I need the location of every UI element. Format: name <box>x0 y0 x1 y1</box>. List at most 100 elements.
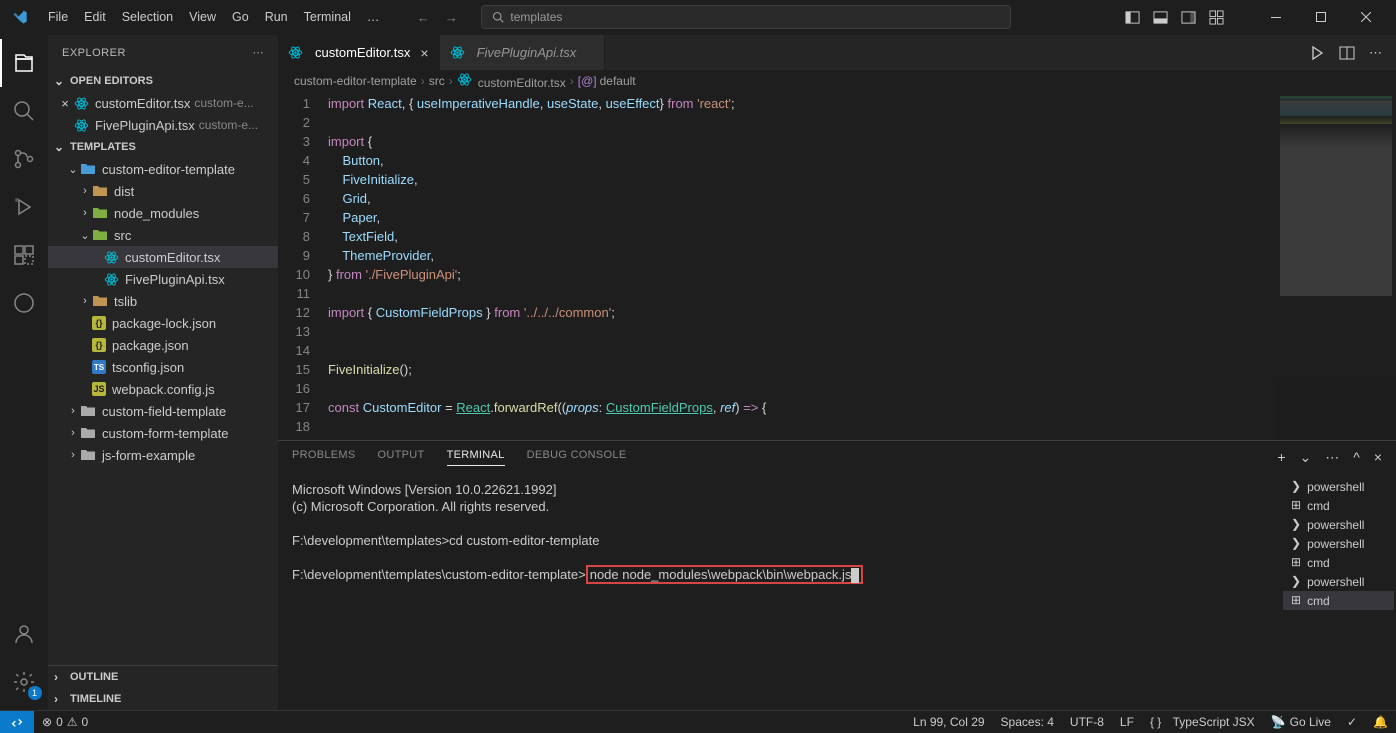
remote-indicator[interactable] <box>0 711 34 733</box>
sidebar: EXPLORER ⋯ ⌄ OPEN EDITORS ×customEditor.… <box>48 35 278 710</box>
explorer-more-icon[interactable]: ⋯ <box>253 46 265 59</box>
activity-extensions[interactable] <box>0 231 48 279</box>
breadcrumb-item[interactable]: [@]default <box>578 74 636 88</box>
menu-…[interactable]: … <box>359 6 388 28</box>
tree-item[interactable]: {}package.json <box>48 334 278 356</box>
outline-header[interactable]: ›OUTLINE <box>48 666 278 688</box>
layout-toggle-3[interactable] <box>1177 6 1199 28</box>
editor-tab[interactable]: FivePluginApi.tsx× <box>440 35 606 70</box>
title-bar: FileEditSelectionViewGoRunTerminal… ← → … <box>0 0 1396 35</box>
menu-run[interactable]: Run <box>257 6 296 28</box>
terminal-list-item[interactable]: ❯powershell <box>1283 477 1394 496</box>
chevron-right-icon: › <box>54 670 68 684</box>
window-close[interactable] <box>1343 0 1388 35</box>
code-content[interactable]: import React, { useImperativeHandle, use… <box>328 92 1276 440</box>
tree-item[interactable]: customEditor.tsx <box>48 246 278 268</box>
error-icon: ⊗ <box>42 715 52 729</box>
panel-tab-output[interactable]: OUTPUT <box>378 449 425 465</box>
close-tab-icon[interactable]: × <box>420 45 428 61</box>
broadcast-icon: 📡 <box>1271 715 1286 729</box>
nav-forward[interactable]: → <box>439 5 463 29</box>
terminal-list-item[interactable]: ❯powershell <box>1283 515 1394 534</box>
activity-remote-explorer[interactable] <box>0 279 48 327</box>
menu-go[interactable]: Go <box>224 6 257 28</box>
status-notifications-icon[interactable]: 🔔 <box>1365 715 1396 729</box>
minimap[interactable] <box>1276 92 1396 440</box>
terminal-list-item[interactable]: ❯powershell <box>1283 572 1394 591</box>
panel-maximize-icon[interactable]: ^ <box>1353 449 1360 466</box>
menu-file[interactable]: File <box>40 6 76 28</box>
terminal-list-item[interactable]: ⊞cmd <box>1283 553 1394 572</box>
chevron-down-icon: ⌄ <box>54 74 68 88</box>
window-maximize[interactable] <box>1298 0 1343 35</box>
panel-tab-debug console[interactable]: DEBUG CONSOLE <box>527 449 627 465</box>
status-cursor-position[interactable]: Ln 99, Col 29 <box>905 715 992 729</box>
workspace-header[interactable]: ⌄ TEMPLATES <box>48 136 278 158</box>
layout-toggle-1[interactable] <box>1121 6 1143 28</box>
terminal-list-item[interactable]: ⊞cmd <box>1283 591 1394 610</box>
breadcrumb-item[interactable]: customEditor.tsx <box>457 72 566 90</box>
panel-tab-terminal[interactable]: TERMINAL <box>447 449 505 466</box>
nav-back[interactable]: ← <box>411 5 435 29</box>
tree-item[interactable]: ›js-form-example <box>48 444 278 466</box>
tree-item[interactable]: FivePluginApi.tsx <box>48 268 278 290</box>
layout-toggle-2[interactable] <box>1149 6 1171 28</box>
activity-bar: 1 <box>0 35 48 710</box>
tree-item[interactable]: JSwebpack.config.js <box>48 378 278 400</box>
activity-source-control[interactable] <box>0 135 48 183</box>
tree-item[interactable]: ⌄src <box>48 224 278 246</box>
status-encoding[interactable]: UTF-8 <box>1062 715 1112 729</box>
run-icon[interactable] <box>1309 45 1325 61</box>
terminal-list-item[interactable]: ⊞cmd <box>1283 496 1394 515</box>
panel-more-icon[interactable]: ⋯ <box>1325 449 1339 466</box>
status-language[interactable]: { } TypeScript JSX <box>1142 715 1263 729</box>
terminal-dropdown-icon[interactable]: ⌄ <box>1300 449 1312 466</box>
activity-search[interactable] <box>0 87 48 135</box>
terminal-list-item[interactable]: ❯powershell <box>1283 534 1394 553</box>
tree-item[interactable]: ›node_modules <box>48 202 278 224</box>
activity-accounts[interactable] <box>0 610 48 658</box>
breadcrumb-item[interactable]: src <box>429 74 445 88</box>
panel-tab-problems[interactable]: PROBLEMS <box>292 449 356 465</box>
status-go-live[interactable]: 📡Go Live <box>1263 715 1339 729</box>
activity-explorer[interactable] <box>0 39 48 87</box>
open-editor-item[interactable]: FivePluginApi.tsxcustom-e... <box>48 114 278 136</box>
chevron-down-icon: ⌄ <box>54 140 68 154</box>
breadcrumb-item[interactable]: custom-editor-template <box>294 74 417 88</box>
breadcrumb[interactable]: custom-editor-template›src›customEditor.… <box>278 70 1396 92</box>
status-indentation[interactable]: Spaces: 4 <box>993 715 1062 729</box>
window-minimize[interactable] <box>1253 0 1298 35</box>
menu-terminal[interactable]: Terminal <box>296 6 359 28</box>
menu-view[interactable]: View <box>181 6 224 28</box>
activity-run-debug[interactable] <box>0 183 48 231</box>
menu-edit[interactable]: Edit <box>76 6 114 28</box>
warning-icon: ⚠ <box>67 715 78 729</box>
status-eol[interactable]: LF <box>1112 715 1142 729</box>
open-editors-header[interactable]: ⌄ OPEN EDITORS <box>48 70 278 92</box>
editor-tab[interactable]: customEditor.tsx× <box>278 35 440 70</box>
menu-selection[interactable]: Selection <box>114 6 181 28</box>
split-editor-icon[interactable] <box>1339 45 1355 61</box>
tree-item[interactable]: ›custom-field-template <box>48 400 278 422</box>
tree-item[interactable]: ›tslib <box>48 290 278 312</box>
tree-item[interactable]: {}package-lock.json <box>48 312 278 334</box>
panel: PROBLEMS OUTPUT TERMINAL DEBUG CONSOLE + ⌄ ⋯ ^ ×… <box>278 440 1396 710</box>
status-feedback-icon[interactable]: ✓ <box>1339 715 1365 729</box>
timeline-header[interactable]: ›TIMELINE <box>48 688 278 710</box>
open-editor-item[interactable]: ×customEditor.tsxcustom-e... <box>48 92 278 114</box>
panel-close-icon[interactable]: × <box>1374 449 1382 466</box>
editor-more-icon[interactable]: ⋯ <box>1369 45 1382 61</box>
layout-customize[interactable] <box>1205 6 1227 28</box>
activity-settings[interactable]: 1 <box>0 658 48 706</box>
tree-item[interactable]: ⌄custom-editor-template <box>48 158 278 180</box>
tree-item[interactable]: ›custom-form-template <box>48 422 278 444</box>
terminal-output[interactable]: Microsoft Windows [Version 10.0.22621.19… <box>278 473 1281 710</box>
status-bar: ⊗0 ⚠0 Ln 99, Col 29 Spaces: 4 UTF-8 LF {… <box>0 710 1396 732</box>
tree-item[interactable]: ›dist <box>48 180 278 202</box>
new-terminal-icon[interactable]: + <box>1277 449 1285 466</box>
tree-item[interactable]: TStsconfig.json <box>48 356 278 378</box>
status-problems[interactable]: ⊗0 ⚠0 <box>34 715 96 729</box>
workspace-label: TEMPLATES <box>70 141 136 153</box>
terminal-list: ❯powershell⊞cmd❯powershell❯powershell⊞cm… <box>1281 473 1396 710</box>
command-center-search[interactable]: templates <box>481 5 1011 29</box>
